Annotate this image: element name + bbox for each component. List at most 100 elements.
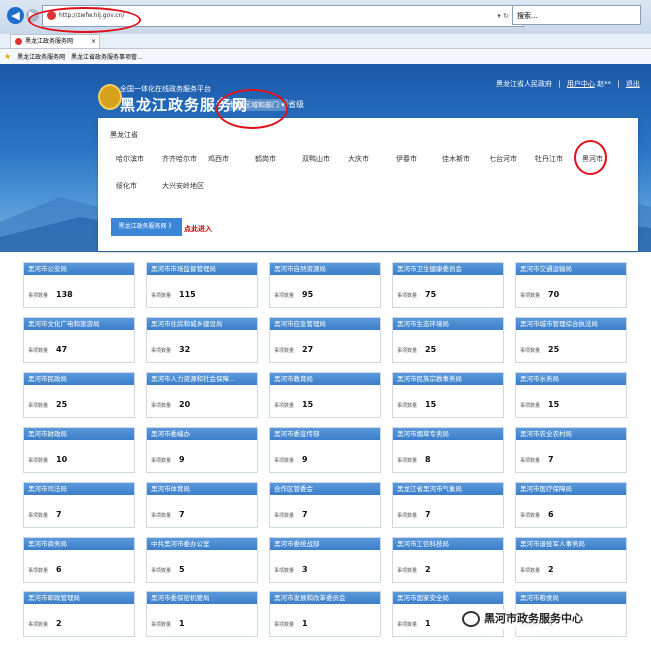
department-name[interactable]: 黑河市农业农村局	[516, 428, 626, 440]
department-card[interactable]: 黑河市公安局 事项数量 138	[23, 262, 135, 308]
department-name[interactable]: 黑河市教育局	[270, 373, 380, 385]
department-count: 1	[302, 619, 308, 628]
department-card[interactable]: 黑河市发展和改革委员会 事项数量 1	[269, 591, 381, 637]
favorite-item-1[interactable]: 黑龙江政务服务网	[17, 54, 65, 61]
department-name[interactable]: 中共黑河市委办公室	[147, 538, 257, 550]
department-card[interactable]: 黑河市自然资源局 事项数量 95	[269, 262, 381, 308]
browser-search-input[interactable]: 搜索...	[512, 5, 641, 25]
department-name[interactable]: 黑河市医疗保障局	[516, 483, 626, 495]
department-count-row: 事项数量 1	[151, 619, 185, 628]
gov-link[interactable]: 黑龙江省人民政府	[496, 80, 552, 88]
department-name[interactable]: 黑河市财政局	[24, 428, 134, 440]
department-name[interactable]: 黑河市粮食局	[516, 592, 626, 604]
department-count: 7	[179, 510, 185, 519]
department-card[interactable]: 黑河市委统战部 事项数量 3	[269, 537, 381, 583]
city-item[interactable]: 大兴安岭地区	[162, 181, 204, 191]
department-name[interactable]: 黑河市城市管理综合执法局	[516, 318, 626, 330]
department-name[interactable]: 合作区管委会	[270, 483, 380, 495]
department-name[interactable]: 黑河市委统战部	[270, 538, 380, 550]
enter-site-link[interactable]: 点此进入	[184, 224, 212, 234]
department-card[interactable]: 黑河市水务局 事项数量 15	[515, 372, 627, 418]
department-card[interactable]: 黑河市民族宗教事务局 事项数量 15	[392, 372, 504, 418]
department-name[interactable]: 黑河市自然资源局	[270, 263, 380, 275]
department-card[interactable]: 黑河市退役军人事务局 事项数量 2	[515, 537, 627, 583]
department-card[interactable]: 黑河市应急管理局 事项数量 27	[269, 317, 381, 363]
department-card[interactable]: 黑河市民政局 事项数量 25	[23, 372, 135, 418]
department-count-row: 事项数量 75	[397, 290, 436, 299]
department-name[interactable]: 黑河市体育局	[147, 483, 257, 495]
department-card[interactable]: 黑河市工信科技局 事项数量 2	[392, 537, 504, 583]
city-item[interactable]: 七台河市	[489, 154, 517, 164]
department-card[interactable]: 黑河市交通运输局 事项数量 70	[515, 262, 627, 308]
department-name[interactable]: 黑河市卫生健康委员会	[393, 263, 503, 275]
enter-site-button[interactable]: 黑龙江政务服务网 》	[111, 218, 182, 236]
department-card[interactable]: 黑河市财政局 事项数量 10	[23, 427, 135, 473]
city-item[interactable]: 牡丹江市	[535, 154, 563, 164]
department-name[interactable]: 黑河市国家安全局	[393, 592, 503, 604]
department-card[interactable]: 黑河市医疗保障局 事项数量 6	[515, 482, 627, 528]
department-card[interactable]: 合作区管委会 事项数量 7	[269, 482, 381, 528]
department-name[interactable]: 黑河市邮政管理局	[24, 592, 134, 604]
department-name[interactable]: 黑河市民政局	[24, 373, 134, 385]
department-card[interactable]: 黑河市人力资源和社会保障... 事项数量 20	[146, 372, 258, 418]
province-label[interactable]: 黑龙江省	[110, 130, 138, 140]
department-card[interactable]: 黑河市市场监督管理局 事项数量 115	[146, 262, 258, 308]
department-name[interactable]: 黑河市委宣传部	[270, 428, 380, 440]
annotation-circle-city	[574, 140, 607, 175]
department-name[interactable]: 黑河市退役军人事务局	[516, 538, 626, 550]
department-card[interactable]: 黑河市委保密机要局事项数量 1	[146, 591, 258, 637]
city-item[interactable]: 鹤岗市	[255, 154, 276, 164]
department-card[interactable]: 中共黑河市委办公室 事项数量 5	[146, 537, 258, 583]
department-name[interactable]: 黑河市交通运输局	[516, 263, 626, 275]
department-card[interactable]: 黑河市体育局 事项数量 7	[146, 482, 258, 528]
department-name[interactable]: 黑河市工信科技局	[393, 538, 503, 550]
user-name[interactable]: 赵**	[597, 80, 611, 88]
favorite-item-2[interactable]: 黑龙江省政务服务事项管...	[71, 54, 143, 61]
department-count: 138	[56, 290, 73, 299]
department-name[interactable]: 黑河市商务局	[24, 538, 134, 550]
user-center-link[interactable]: 用户中心	[567, 80, 595, 88]
department-card[interactable]: 黑河市住房和城乡建设局 事项数量 32	[146, 317, 258, 363]
favorites-star-icon[interactable]: ★	[4, 52, 11, 61]
department-name[interactable]: 黑河市人力资源和社会保障...	[147, 373, 257, 385]
department-card[interactable]: 黑河市文化广电和旅游局 事项数量 47	[23, 317, 135, 363]
department-name[interactable]: 黑河市市场监督管理局	[147, 263, 257, 275]
browser-tab[interactable]: 黑龙江政务服务网 ×	[10, 34, 100, 48]
department-name[interactable]: 黑河市水务局	[516, 373, 626, 385]
department-name[interactable]: 黑河市司法局	[24, 483, 134, 495]
city-item[interactable]: 佳木斯市	[442, 154, 470, 164]
department-card[interactable]: 黑河市烟草专卖局 事项数量 8	[392, 427, 504, 473]
department-card[interactable]: 黑河市委编办 事项数量 9	[146, 427, 258, 473]
department-card[interactable]: 黑河市农业农村局 事项数量 7	[515, 427, 627, 473]
department-card[interactable]: 黑河市卫生健康委员会事项数量 75	[392, 262, 504, 308]
department-card[interactable]: 黑河市委宣传部 事项数量 9	[269, 427, 381, 473]
department-card[interactable]: 黑河市邮政管理局 事项数量 2	[23, 591, 135, 637]
department-name[interactable]: 黑河市住房和城乡建设局	[147, 318, 257, 330]
department-card[interactable]: 黑河市商务局 事项数量 6	[23, 537, 135, 583]
city-item[interactable]: 鸡西市	[208, 154, 229, 164]
city-item[interactable]: 大庆市	[348, 154, 369, 164]
close-tab-icon[interactable]: ×	[91, 35, 96, 49]
department-name[interactable]: 黑龙江省黑河市气象局	[393, 483, 503, 495]
department-name[interactable]: 黑河市公安局	[24, 263, 134, 275]
city-item[interactable]: 双鸭山市	[302, 154, 330, 164]
city-item[interactable]: 哈尔滨市	[116, 154, 144, 164]
city-item[interactable]: 伊春市	[396, 154, 417, 164]
department-name[interactable]: 黑河市应急管理局	[270, 318, 380, 330]
city-item[interactable]: 齐齐哈尔市	[162, 154, 197, 164]
department-name[interactable]: 黑河市文化广电和旅游局	[24, 318, 134, 330]
logout-link[interactable]: 退出	[626, 80, 640, 88]
department-name[interactable]: 黑河市委保密机要局	[147, 592, 257, 604]
department-card[interactable]: 黑河市城市管理综合执法局 事项数量 25	[515, 317, 627, 363]
department-card[interactable]: 黑河市教育局 事项数量 15	[269, 372, 381, 418]
department-card[interactable]: 黑河市生态环境局 事项数量 25	[392, 317, 504, 363]
city-item[interactable]: 绥化市	[116, 181, 137, 191]
department-name[interactable]: 黑河市民族宗教事务局	[393, 373, 503, 385]
department-name[interactable]: 黑河市发展和改革委员会	[270, 592, 380, 604]
department-card[interactable]: 黑龙江省黑河市气象局 事项数量 7	[392, 482, 504, 528]
department-card[interactable]: 黑河市司法局 事项数量 7	[23, 482, 135, 528]
department-name[interactable]: 黑河市生态环境局	[393, 318, 503, 330]
back-arrow-icon[interactable]: ◀	[7, 7, 24, 24]
department-name[interactable]: 黑河市委编办	[147, 428, 257, 440]
department-name[interactable]: 黑河市烟草专卖局	[393, 428, 503, 440]
